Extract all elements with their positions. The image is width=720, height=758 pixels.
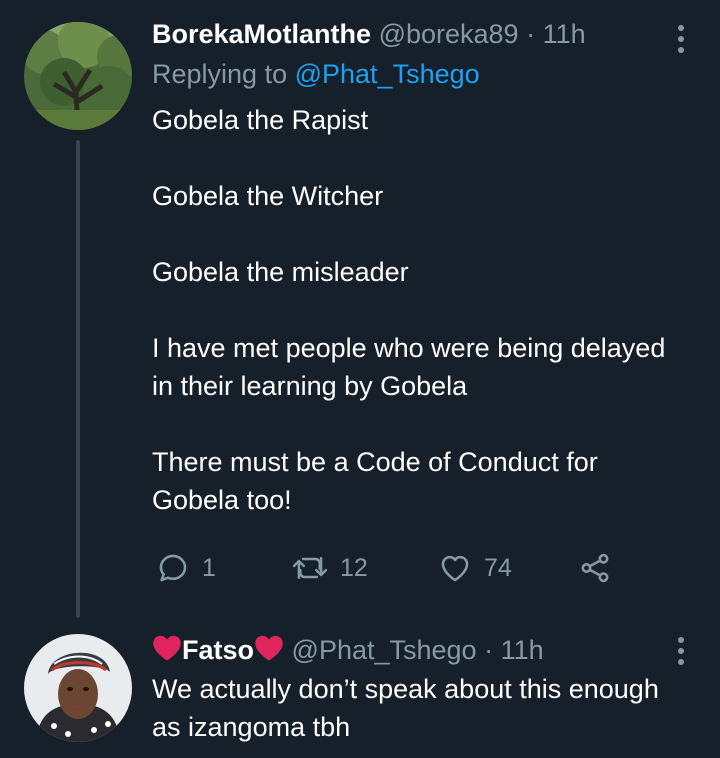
avatar[interactable]	[24, 22, 132, 130]
tweet-paragraph: I have met people who were being delayed…	[152, 333, 666, 401]
user-handle[interactable]: @boreka89	[379, 19, 519, 49]
tweet-header: Fatso @Phat_Tshego · 11h	[152, 632, 650, 668]
tweet-text: We actually don’t speak about this enoug…	[152, 670, 672, 746]
more-options-icon[interactable]	[678, 25, 686, 53]
tweet-paragraph: Gobela the Rapist	[152, 105, 369, 135]
reply-button[interactable]: 1	[156, 548, 216, 588]
tweet-paragraph: We actually don’t speak about this enoug…	[152, 674, 659, 742]
separator-dot: ·	[526, 19, 536, 49]
tweet[interactable]: BorekaMotlanthe @boreka89 · 11h Replying…	[0, 0, 720, 620]
thread-line	[76, 140, 80, 618]
like-button[interactable]: 74	[438, 548, 512, 588]
avatar[interactable]	[24, 634, 132, 742]
share-icon	[581, 553, 609, 583]
tweet-paragraph: Gobela the Witcher	[152, 181, 384, 211]
display-name[interactable]: BorekaMotlanthe	[152, 19, 371, 49]
tweet-header: BorekaMotlanthe @boreka89 · 11h	[152, 16, 650, 52]
red-heart-emoji-icon	[255, 635, 283, 661]
retweet-button[interactable]: 12	[292, 548, 368, 588]
mention-link[interactable]: @Phat_Tshego	[295, 59, 480, 89]
tweet-text: Gobela the Rapist Gobela the Witcher Gob…	[152, 101, 672, 519]
heart-icon	[441, 555, 469, 582]
red-heart-emoji-icon	[153, 635, 181, 661]
timestamp[interactable]: 11h	[543, 19, 586, 49]
replying-to: Replying to @Phat_Tshego	[152, 56, 480, 92]
like-count: 74	[484, 553, 512, 582]
tree-photo-icon	[24, 22, 132, 130]
reply-icon	[159, 554, 187, 582]
more-options-icon[interactable]	[678, 637, 686, 665]
share-button[interactable]	[578, 548, 612, 588]
timestamp[interactable]: 11h	[501, 635, 544, 665]
tweet[interactable]: Fatso @Phat_Tshego · 11h We actually don…	[0, 620, 720, 758]
retweet-count: 12	[340, 553, 368, 582]
woman-headwrap-photo-icon	[24, 634, 132, 742]
separator-dot: ·	[484, 635, 494, 665]
replying-to-label: Replying to	[152, 59, 288, 89]
reply-count: 1	[202, 553, 216, 582]
user-handle[interactable]: @Phat_Tshego	[292, 635, 477, 665]
tweet-paragraph: There must be a Code of Conduct for Gobe…	[152, 447, 598, 515]
display-name[interactable]: Fatso	[182, 635, 254, 665]
retweet-icon	[292, 557, 328, 579]
tweet-paragraph: Gobela the misleader	[152, 257, 409, 287]
